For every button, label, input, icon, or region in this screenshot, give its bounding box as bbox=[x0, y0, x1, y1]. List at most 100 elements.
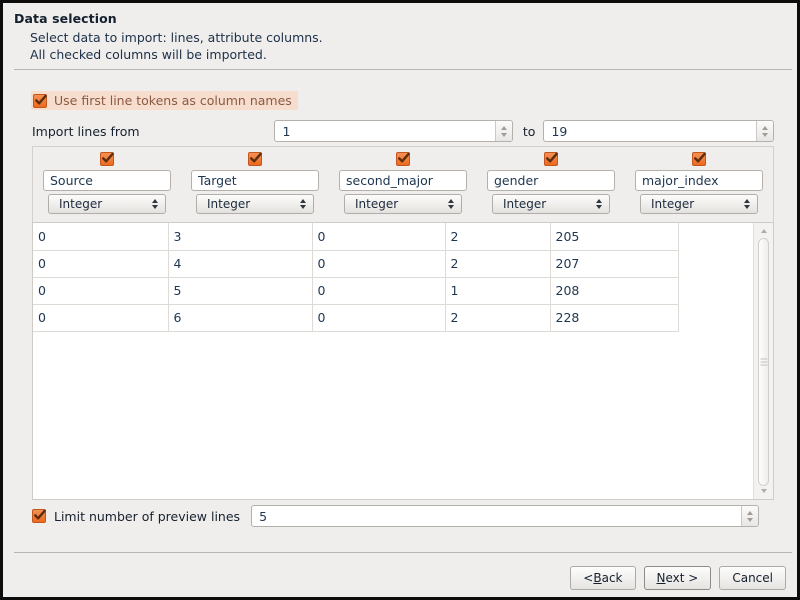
table-cell[interactable]: 205 bbox=[550, 223, 678, 250]
column-include-checkbox-0[interactable] bbox=[100, 151, 114, 167]
chevron-down-icon[interactable] bbox=[747, 518, 753, 522]
limit-preview-lines-value[interactable]: 5 bbox=[252, 509, 741, 524]
import-lines-from-spinner[interactable]: 1 bbox=[274, 120, 512, 142]
next-button[interactable]: Next > bbox=[644, 566, 712, 590]
table-cell[interactable]: 0 bbox=[312, 304, 445, 331]
scroll-up-arrow-icon[interactable] bbox=[754, 224, 773, 238]
column-type-select-1[interactable]: Integer bbox=[196, 194, 314, 214]
chevron-up-icon[interactable] bbox=[501, 126, 507, 130]
chevron-up-icon[interactable] bbox=[747, 511, 753, 515]
import-lines-from-label: Import lines from bbox=[32, 124, 274, 139]
column-name-input-0[interactable]: Source bbox=[43, 170, 171, 191]
limit-preview-lines-checkbox[interactable] bbox=[32, 509, 46, 523]
limit-preview-lines-stepper[interactable] bbox=[741, 506, 758, 526]
checkbox-icon[interactable] bbox=[100, 152, 114, 166]
checkbox-icon[interactable] bbox=[248, 152, 262, 166]
column-type-value-4: Integer bbox=[651, 197, 694, 211]
preview-table-container: 0 3 0 2 205 0 4 0 2 207 bbox=[32, 222, 774, 500]
limit-preview-lines-spinner[interactable]: 5 bbox=[251, 505, 759, 527]
chevron-up-icon[interactable] bbox=[762, 126, 768, 130]
column-type-select-4[interactable]: Integer bbox=[640, 194, 758, 214]
column-type-value-2: Integer bbox=[355, 197, 398, 211]
table-cell[interactable]: 4 bbox=[168, 250, 312, 277]
limit-preview-lines-row: Limit number of preview lines 5 bbox=[32, 504, 774, 528]
column-name-input-2[interactable]: second_major bbox=[339, 170, 467, 191]
chevron-updown-icon[interactable] bbox=[152, 199, 158, 209]
use-first-line-tokens-row[interactable]: Use first line tokens as column names bbox=[31, 91, 298, 110]
back-button-mnemonic: B bbox=[593, 571, 601, 585]
import-lines-from-stepper[interactable] bbox=[495, 121, 512, 141]
table-row[interactable]: 0 3 0 2 205 bbox=[33, 223, 678, 250]
column-type-select-3[interactable]: Integer bbox=[492, 194, 610, 214]
data-selection-dialog: Data selection Select data to import: li… bbox=[0, 0, 800, 600]
table-cell[interactable]: 3 bbox=[168, 223, 312, 250]
column-type-value-3: Integer bbox=[503, 197, 546, 211]
table-cell[interactable]: 228 bbox=[550, 304, 678, 331]
checkbox-icon[interactable] bbox=[544, 152, 558, 166]
preview-table: 0 3 0 2 205 0 4 0 2 207 bbox=[33, 223, 679, 332]
column-config-strip: Source Integer Target Integer bbox=[32, 146, 774, 222]
import-lines-from-value[interactable]: 1 bbox=[275, 124, 494, 139]
chevron-updown-icon[interactable] bbox=[744, 199, 750, 209]
preview-vertical-scrollbar[interactable] bbox=[753, 223, 773, 499]
table-cell[interactable]: 2 bbox=[445, 304, 550, 331]
table-cell[interactable]: 1 bbox=[445, 277, 550, 304]
column-name-input-1[interactable]: Target bbox=[191, 170, 319, 191]
table-cell[interactable]: 0 bbox=[33, 223, 168, 250]
dialog-content: Data selection Select data to import: li… bbox=[3, 3, 797, 597]
column-include-checkbox-3[interactable] bbox=[544, 151, 558, 167]
import-lines-row: Import lines from 1 to 19 bbox=[32, 120, 774, 142]
use-first-line-tokens-checkbox[interactable] bbox=[33, 94, 47, 108]
column-config-3: gender Integer bbox=[477, 147, 625, 222]
table-cell[interactable]: 2 bbox=[445, 250, 550, 277]
table-cell[interactable]: 0 bbox=[33, 250, 168, 277]
import-lines-to-value[interactable]: 19 bbox=[544, 124, 756, 139]
table-cell[interactable]: 0 bbox=[33, 277, 168, 304]
preview-table-body: 0 3 0 2 205 0 4 0 2 207 bbox=[33, 223, 678, 331]
import-lines-to-stepper[interactable] bbox=[756, 121, 773, 141]
column-config-2: second_major Integer bbox=[329, 147, 477, 222]
next-button-suffix: ext > bbox=[665, 571, 698, 585]
chevron-updown-icon[interactable] bbox=[448, 199, 454, 209]
import-lines-to-label: to bbox=[523, 124, 536, 139]
column-include-checkbox-1[interactable] bbox=[248, 151, 262, 167]
table-cell[interactable]: 208 bbox=[550, 277, 678, 304]
table-row[interactable]: 0 5 0 1 208 bbox=[33, 277, 678, 304]
table-row[interactable]: 0 6 0 2 228 bbox=[33, 304, 678, 331]
column-name-input-4[interactable]: major_index bbox=[635, 170, 763, 191]
table-cell[interactable]: 0 bbox=[33, 304, 168, 331]
header-divider bbox=[14, 69, 792, 70]
page-subtitle-line2: All checked columns will be imported. bbox=[30, 47, 267, 62]
scrollbar-grip-icon bbox=[760, 359, 767, 366]
import-lines-to-spinner[interactable]: 19 bbox=[543, 120, 774, 142]
chevron-updown-icon[interactable] bbox=[300, 199, 306, 209]
column-type-value-0: Integer bbox=[59, 197, 102, 211]
checkbox-icon[interactable] bbox=[396, 152, 410, 166]
checkbox-icon[interactable] bbox=[692, 152, 706, 166]
scroll-down-arrow-icon[interactable] bbox=[754, 484, 773, 498]
table-cell[interactable]: 5 bbox=[168, 277, 312, 304]
table-row[interactable]: 0 4 0 2 207 bbox=[33, 250, 678, 277]
table-cell[interactable]: 0 bbox=[312, 277, 445, 304]
column-type-select-2[interactable]: Integer bbox=[344, 194, 462, 214]
footer-divider bbox=[14, 552, 792, 553]
table-cell[interactable]: 0 bbox=[312, 223, 445, 250]
scrollbar-thumb[interactable] bbox=[758, 238, 769, 486]
column-type-select-0[interactable]: Integer bbox=[48, 194, 166, 214]
column-type-value-1: Integer bbox=[207, 197, 250, 211]
preview-grid[interactable]: 0 3 0 2 205 0 4 0 2 207 bbox=[33, 223, 753, 499]
chevron-updown-icon[interactable] bbox=[596, 199, 602, 209]
table-cell[interactable]: 207 bbox=[550, 250, 678, 277]
table-cell[interactable]: 6 bbox=[168, 304, 312, 331]
table-cell[interactable]: 2 bbox=[445, 223, 550, 250]
cancel-button[interactable]: Cancel bbox=[719, 566, 786, 590]
next-button-mnemonic: N bbox=[657, 571, 666, 585]
chevron-down-icon[interactable] bbox=[762, 133, 768, 137]
back-button-prefix: < bbox=[583, 571, 593, 585]
table-cell[interactable]: 0 bbox=[312, 250, 445, 277]
chevron-down-icon[interactable] bbox=[501, 133, 507, 137]
back-button[interactable]: < Back bbox=[570, 566, 635, 590]
column-name-input-3[interactable]: gender bbox=[487, 170, 615, 191]
column-include-checkbox-4[interactable] bbox=[692, 151, 706, 167]
column-include-checkbox-2[interactable] bbox=[396, 151, 410, 167]
